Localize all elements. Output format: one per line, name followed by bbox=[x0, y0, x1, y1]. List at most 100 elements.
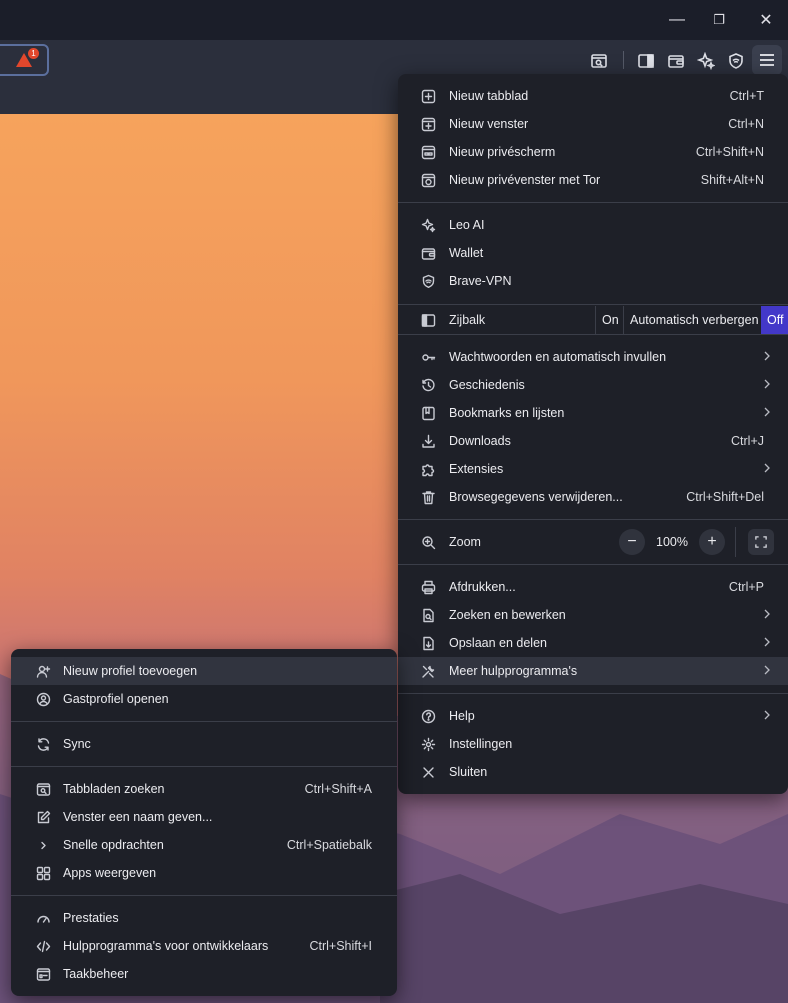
brave-rewards-button[interactable]: 1 bbox=[0, 44, 49, 76]
chevron-right-icon bbox=[762, 635, 772, 649]
menu-item-label: Afdrukken... bbox=[449, 580, 516, 594]
rewards-badge: 1 bbox=[28, 48, 39, 59]
chevron-right-icon bbox=[762, 377, 772, 391]
menu-item-help[interactable]: Help bbox=[398, 702, 788, 730]
zoom-icon bbox=[420, 534, 436, 550]
menu-item-label: Taakbeheer bbox=[63, 967, 129, 981]
submenu-item-task-manager[interactable]: Taakbeheer bbox=[11, 960, 397, 988]
menu-divider bbox=[398, 519, 788, 520]
chevron-right-icon bbox=[762, 663, 772, 677]
menu-divider bbox=[11, 895, 397, 896]
vpn-shield-icon[interactable] bbox=[725, 50, 747, 72]
history-icon bbox=[420, 377, 436, 393]
menu-item-label: Instellingen bbox=[449, 737, 513, 751]
menu-item-wallet[interactable]: Wallet bbox=[398, 239, 788, 267]
menu-item-label: Hulpprogramma's voor ontwikkelaars bbox=[63, 939, 269, 953]
menu-item-label: Wachtwoorden en automatisch invullen bbox=[449, 350, 667, 364]
sidebar-auto-hide-option[interactable]: Automatisch verbergen bbox=[623, 306, 765, 334]
new-window-icon bbox=[420, 116, 436, 132]
menu-item-label: Venster een naam geven... bbox=[63, 810, 213, 824]
fullscreen-icon bbox=[755, 536, 767, 548]
private-window-icon bbox=[420, 144, 436, 160]
menu-item-label: Tabbladen zoeken bbox=[63, 782, 165, 796]
menu-item-extensions[interactable]: Extensies bbox=[398, 455, 788, 483]
close-window-button[interactable]: ✕ bbox=[753, 8, 779, 32]
menu-item-downloads[interactable]: Downloads Ctrl+J bbox=[398, 427, 788, 455]
menu-item-shortcut: Ctrl+Spatiebalk bbox=[286, 838, 372, 852]
menu-item-new-private-window[interactable]: Nieuw privéscherm Ctrl+Shift+N bbox=[398, 138, 788, 166]
menu-divider bbox=[398, 304, 788, 305]
add-user-icon bbox=[35, 663, 51, 679]
menu-item-clear-browsing-data[interactable]: Browsegegevens verwijderen... Ctrl+Shift… bbox=[398, 483, 788, 511]
submenu-item-search-tabs[interactable]: Tabbladen zoeken Ctrl+Shift+A bbox=[11, 775, 397, 803]
sidebar-toggle-icon[interactable] bbox=[635, 50, 657, 72]
menu-item-label: Gastprofiel openen bbox=[63, 692, 169, 706]
menu-item-new-window[interactable]: Nieuw venster Ctrl+N bbox=[398, 110, 788, 138]
menu-item-shortcut: Ctrl+Shift+I bbox=[309, 939, 372, 953]
menu-divider bbox=[398, 334, 788, 335]
menu-item-label: Nieuw privévenster met Tor bbox=[449, 173, 601, 187]
menu-item-shortcut: Ctrl+Shift+Del bbox=[686, 490, 764, 504]
printer-icon bbox=[420, 579, 436, 595]
main-menu-button[interactable] bbox=[752, 45, 782, 75]
menu-item-leo-ai[interactable]: Leo AI bbox=[398, 211, 788, 239]
submenu-item-performance[interactable]: Prestaties bbox=[11, 904, 397, 932]
close-icon bbox=[420, 764, 436, 780]
help-icon bbox=[420, 708, 436, 724]
submenu-item-name-window[interactable]: Venster een naam geven... bbox=[11, 803, 397, 831]
fullscreen-button[interactable] bbox=[748, 529, 774, 555]
puzzle-icon bbox=[420, 461, 436, 477]
menu-item-bookmarks[interactable]: Bookmarks en lijsten bbox=[398, 399, 788, 427]
file-search-icon bbox=[420, 607, 436, 623]
submenu-item-guest-profile[interactable]: Gastprofiel openen bbox=[11, 685, 397, 713]
menu-item-brave-vpn[interactable]: Brave-VPN bbox=[398, 267, 788, 295]
menu-item-label: Snelle opdrachten bbox=[63, 838, 164, 852]
menu-item-label: Brave-VPN bbox=[449, 274, 512, 288]
menu-item-label: Nieuw venster bbox=[449, 117, 529, 131]
menu-item-label: Sluiten bbox=[449, 765, 488, 779]
menu-item-exit[interactable]: Sluiten bbox=[398, 758, 788, 786]
tools-icon bbox=[420, 663, 436, 679]
menu-item-save-share[interactable]: Opslaan en delen bbox=[398, 629, 788, 657]
task-manager-icon bbox=[35, 966, 51, 982]
menu-item-shortcut: Ctrl+Shift+A bbox=[304, 782, 372, 796]
leo-ai-icon[interactable] bbox=[695, 50, 717, 72]
menu-item-label: Bookmarks en lijsten bbox=[449, 406, 565, 420]
maximize-button[interactable]: ❐ bbox=[706, 8, 732, 32]
title-bar: — ❐ ✕ bbox=[0, 0, 788, 40]
zoom-out-button[interactable]: − bbox=[619, 529, 645, 555]
menu-item-label: Help bbox=[449, 709, 475, 723]
menu-item-history[interactable]: Geschiedenis bbox=[398, 371, 788, 399]
submenu-item-developer-tools[interactable]: Hulpprogramma's voor ontwikkelaars Ctrl+… bbox=[11, 932, 397, 960]
menu-divider bbox=[398, 564, 788, 565]
menu-item-settings[interactable]: Instellingen bbox=[398, 730, 788, 758]
download-icon bbox=[420, 433, 436, 449]
menu-item-find-edit[interactable]: Zoeken en bewerken bbox=[398, 601, 788, 629]
sidebar-on-option[interactable]: On bbox=[595, 306, 625, 334]
menu-item-passwords[interactable]: Wachtwoorden en automatisch invullen bbox=[398, 343, 788, 371]
menu-item-new-tor-window[interactable]: Nieuw privévenster met Tor Shift+Alt+N bbox=[398, 166, 788, 194]
sidebar-label: Zijbalk bbox=[449, 313, 486, 327]
sidebar-off-option[interactable]: Off bbox=[761, 306, 788, 334]
code-icon bbox=[35, 938, 51, 954]
menu-row-sidebar: Zijbalk On Automatisch verbergen Off bbox=[398, 306, 788, 334]
menu-divider bbox=[11, 721, 397, 722]
submenu-item-add-profile[interactable]: Nieuw profiel toevoegen bbox=[11, 657, 397, 685]
vpn-shield-icon bbox=[420, 273, 436, 289]
tab-search-icon[interactable] bbox=[588, 50, 610, 72]
zoom-in-button[interactable]: + bbox=[699, 529, 725, 555]
submenu-item-quick-commands[interactable]: Snelle opdrachten Ctrl+Spatiebalk bbox=[11, 831, 397, 859]
menu-item-shortcut: Ctrl+N bbox=[728, 117, 764, 131]
submenu-item-sync[interactable]: Sync bbox=[11, 730, 397, 758]
menu-item-label: Extensies bbox=[449, 462, 504, 476]
file-save-icon bbox=[420, 635, 436, 651]
key-icon bbox=[420, 349, 436, 365]
wallet-icon[interactable] bbox=[665, 50, 687, 72]
menu-item-new-tab[interactable]: Nieuw tabblad Ctrl+T bbox=[398, 82, 788, 110]
menu-item-print[interactable]: Afdrukken... Ctrl+P bbox=[398, 573, 788, 601]
menu-item-more-tools[interactable]: Meer hulpprogramma's bbox=[398, 657, 788, 685]
user-circle-icon bbox=[35, 691, 51, 707]
submenu-item-show-apps[interactable]: Apps weergeven bbox=[11, 859, 397, 887]
zoom-label: Zoom bbox=[449, 535, 481, 549]
minimize-button[interactable]: — bbox=[664, 8, 690, 32]
